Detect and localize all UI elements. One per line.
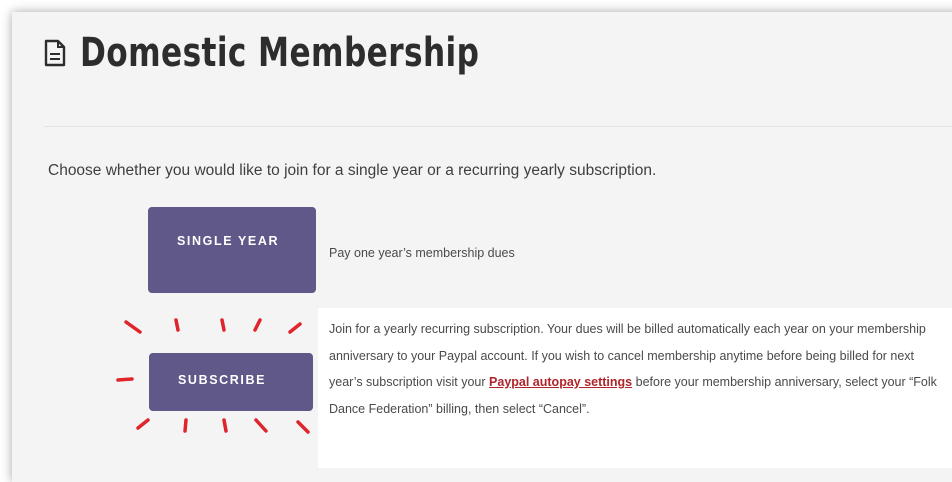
- document-icon: [44, 39, 66, 67]
- single-year-button[interactable]: SINGLE YEAR: [148, 207, 316, 293]
- paypal-autopay-settings-link[interactable]: Paypal autopay settings: [489, 375, 632, 389]
- intro-text: Choose whether you would like to join fo…: [48, 162, 657, 179]
- page-header: Domestic Membership: [44, 30, 592, 76]
- page-title: Domestic Membership: [80, 30, 480, 76]
- single-year-button-label: SINGLE YEAR: [177, 234, 280, 248]
- subscribe-button[interactable]: SUBSCRIBE: [149, 353, 313, 411]
- single-year-description: Pay one year’s membership dues: [329, 246, 515, 260]
- divider: [44, 126, 952, 127]
- subscribe-button-label: SUBSCRIBE: [178, 373, 267, 387]
- subscribe-description: Join for a yearly recurring subscription…: [329, 316, 949, 422]
